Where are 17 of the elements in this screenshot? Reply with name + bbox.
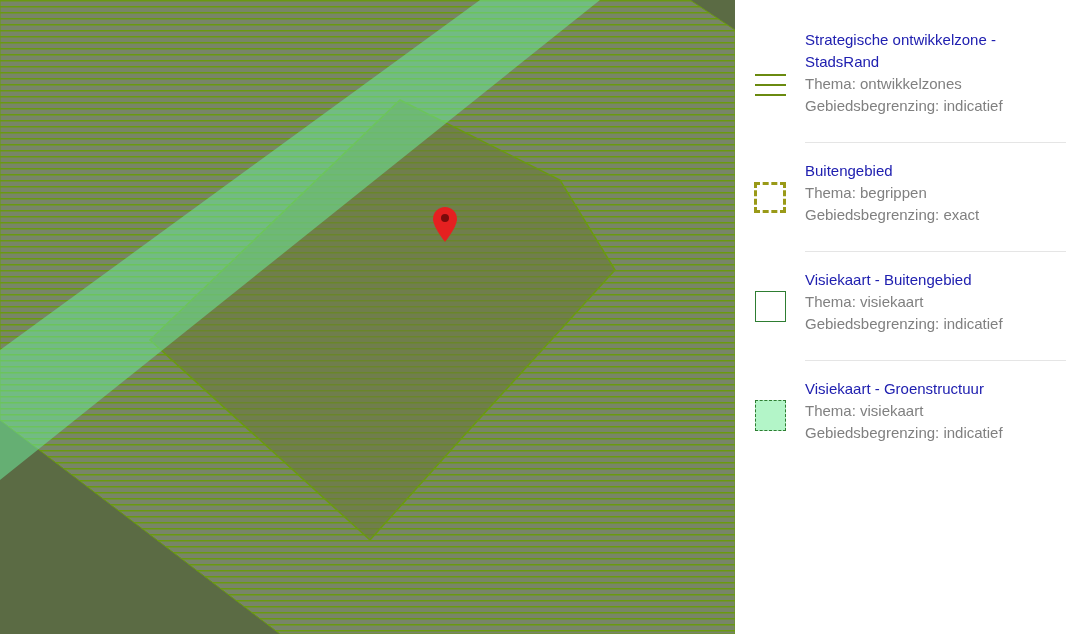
- layer-title-link[interactable]: Buitengebied: [805, 160, 1058, 182]
- layer-boundary: Gebiedsbegrenzing: indicatief: [805, 423, 1004, 443]
- layer-boundary: Gebiedsbegrenzing: indicatief: [805, 96, 1004, 116]
- layer-theme: Thema: ontwikkelzones: [805, 74, 963, 94]
- layer-boundary: Gebiedsbegrenzing: indicatief: [805, 314, 1004, 334]
- hatched-lines-icon: [754, 73, 786, 97]
- layer-title-link[interactable]: Visiekaart - Buitengebied: [805, 269, 1058, 291]
- layer-title-link[interactable]: Visiekaart - Groenstructuur: [805, 378, 1058, 400]
- map-marker-icon[interactable]: [433, 207, 457, 242]
- layer-title-link[interactable]: Strategische ontwikkelzone - StadsRand: [805, 29, 1058, 73]
- layer-theme: Thema: visiekaart: [805, 401, 925, 421]
- square-outline-icon: [754, 290, 786, 322]
- layer-boundary: Gebiedsbegrenzing: exact: [805, 205, 981, 225]
- dashed-square-icon: [754, 181, 786, 213]
- layer-theme: Thema: begrippen: [805, 183, 928, 203]
- layer-theme: Thema: visiekaart: [805, 292, 925, 312]
- dashed-filled-square-icon: [754, 399, 786, 431]
